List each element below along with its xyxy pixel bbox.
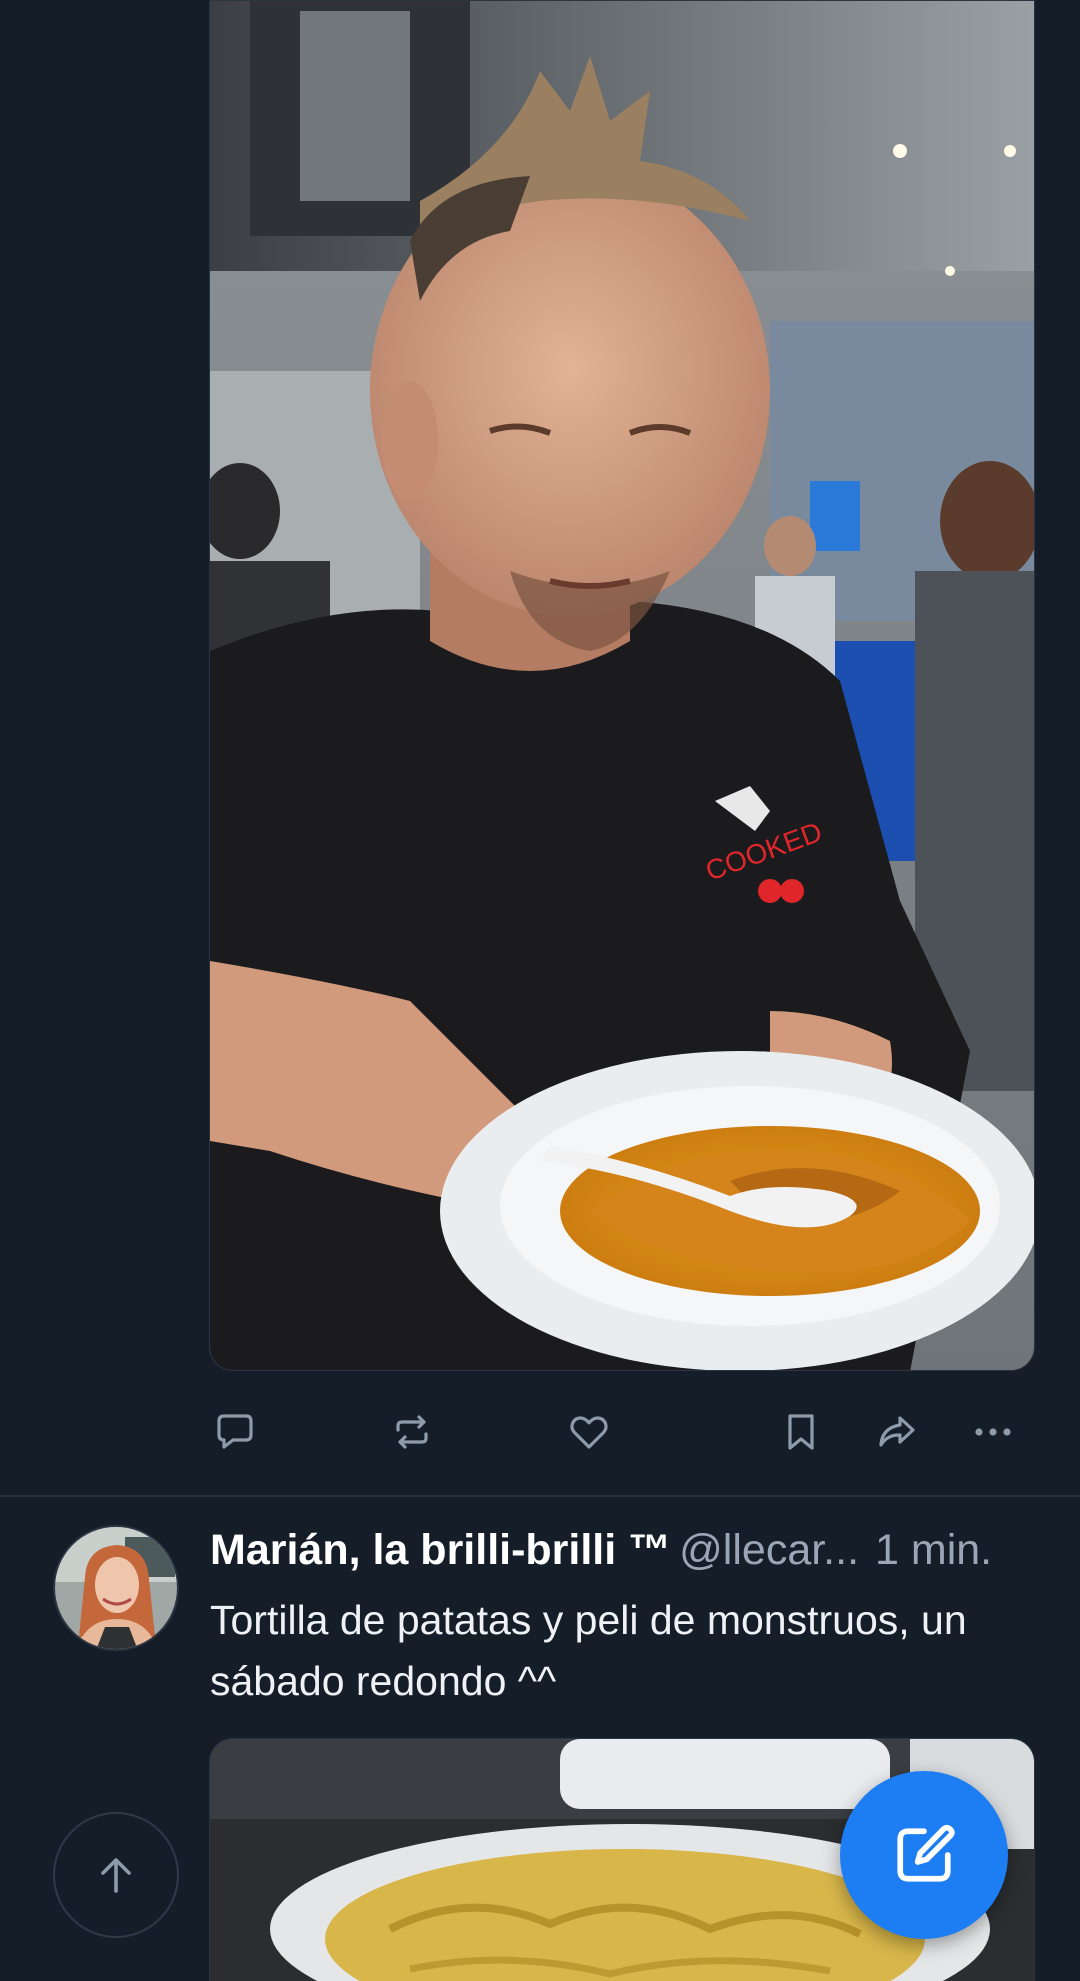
bookmark-button[interactable] bbox=[775, 1406, 827, 1458]
like-icon bbox=[570, 1416, 608, 1449]
repost-button[interactable] bbox=[386, 1406, 438, 1458]
compose-icon bbox=[897, 1824, 955, 1882]
avatar[interactable] bbox=[53, 1525, 179, 1651]
share-button[interactable] bbox=[871, 1406, 923, 1458]
post-header: Marián, la brilli-brilli ™ @llecar... 1 mi… bbox=[210, 1522, 1040, 1578]
scroll-to-top-button[interactable] bbox=[53, 1812, 179, 1938]
more-options-button[interactable] bbox=[967, 1406, 1019, 1458]
post-actions-bar bbox=[209, 1406, 1035, 1458]
avatar-image bbox=[55, 1527, 177, 1649]
timeline: COOKED Marián, la brilli-brilli ™ @lleca… bbox=[0, 0, 1080, 1981]
repost-icon bbox=[396, 1415, 428, 1449]
arrow-up-icon bbox=[101, 1858, 131, 1893]
more-icon bbox=[975, 1428, 1011, 1436]
user-handle[interactable]: @llecar... bbox=[679, 1526, 859, 1574]
post-text: Tortilla de patatas y peli de monstruos,… bbox=[210, 1597, 967, 1704]
post-video-frame[interactable]: COOKED bbox=[209, 0, 1035, 1371]
display-name[interactable]: Marián, la brilli-brilli ™ bbox=[210, 1526, 671, 1574]
compose-post-button[interactable] bbox=[840, 1771, 1008, 1939]
video-thumbnail: COOKED bbox=[210, 1, 1034, 1370]
reply-icon bbox=[217, 1414, 253, 1449]
bookmark-icon bbox=[788, 1414, 814, 1450]
post-divider bbox=[0, 1495, 1080, 1497]
timestamp[interactable]: 1 min. bbox=[875, 1526, 992, 1574]
reply-button[interactable] bbox=[209, 1406, 261, 1458]
share-icon bbox=[879, 1416, 915, 1447]
like-button[interactable] bbox=[563, 1406, 615, 1458]
